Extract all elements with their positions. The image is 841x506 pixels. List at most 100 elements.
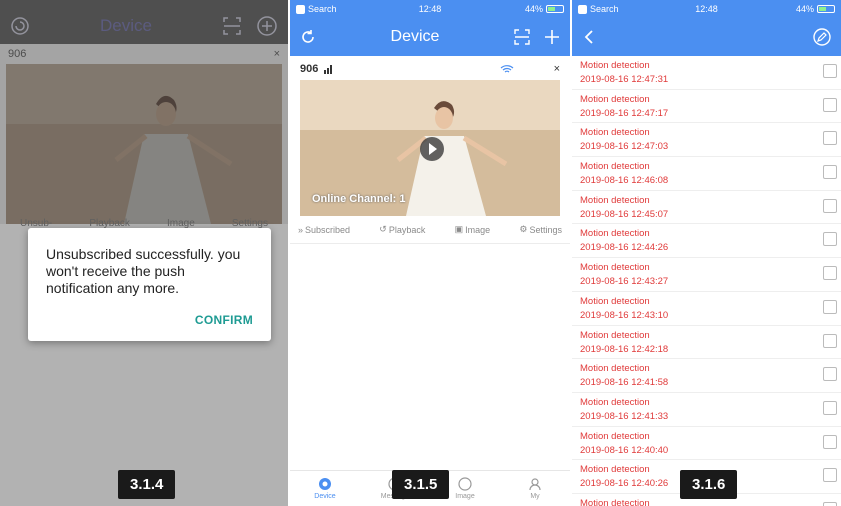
list-item[interactable]: Motion detection 2019-08-16 12:44:26: [572, 224, 841, 259]
playback-label: Playback: [388, 224, 426, 235]
device-tab-icon: [318, 477, 332, 491]
app-header: Search 12:48 44%: [572, 0, 841, 56]
camera-preview[interactable]: Online Channel: 1: [300, 80, 560, 216]
event-timestamp: 2019-08-16 12:45:07: [580, 208, 669, 220]
event-timestamp: 2019-08-16 12:44:26: [580, 242, 669, 254]
refresh-icon[interactable]: [300, 29, 316, 45]
panel-unsubscribe-dialog: Device 906 × Unsub- Playback Image Setti…: [0, 0, 288, 506]
device-card-header: 906 ×: [290, 58, 570, 80]
select-checkbox[interactable]: [823, 333, 837, 348]
carrier-text: Search: [590, 4, 619, 14]
event-timestamp: 2019-08-16 12:40:40: [580, 444, 669, 456]
edit-icon[interactable]: [813, 28, 831, 46]
tab-device[interactable]: Device: [290, 471, 360, 506]
back-icon[interactable]: [582, 29, 596, 45]
battery-percent: 44%: [524, 4, 543, 14]
select-checkbox[interactable]: [823, 198, 837, 213]
tutorial-figure: Device 906 × Unsub- Playback Image Setti…: [0, 0, 841, 506]
list-item[interactable]: Motion detection 2019-08-16 12:42:18: [572, 326, 841, 360]
event-title: Motion detection: [580, 93, 650, 105]
list-item[interactable]: Motion detection 2019-08-16 12:40:40: [572, 427, 841, 461]
list-item[interactable]: Motion detection 2019-08-16 12:47:17: [572, 90, 841, 124]
clock: 12:48: [695, 4, 718, 14]
select-checkbox[interactable]: [823, 97, 837, 112]
list-item[interactable]: Motion detection 2019-08-16 12:47:03: [572, 123, 841, 158]
close-icon[interactable]: ×: [554, 63, 560, 75]
event-title: Motion detection: [580, 396, 650, 408]
select-checkbox[interactable]: [823, 400, 837, 415]
list-item[interactable]: Motion detection 2019-08-16 12:41:33: [572, 393, 841, 427]
wifi-icon: [500, 64, 514, 74]
select-checkbox[interactable]: [823, 131, 837, 146]
battery-icon: [817, 5, 836, 13]
unsubscribe-dialog: Unsubscribed successfully. you won't rec…: [28, 228, 271, 341]
scan-icon[interactable]: [514, 29, 530, 45]
select-checkbox[interactable]: [823, 64, 837, 78]
battery-icon: [545, 5, 564, 13]
list-item[interactable]: Motion detection 2019-08-16 12:41:58: [572, 359, 841, 393]
carrier-text: Search: [308, 4, 337, 14]
list-item[interactable]: Motion detection 2019-08-16 12:43:27: [572, 258, 841, 292]
confirm-button[interactable]: CONFIRM: [195, 313, 253, 327]
select-checkbox[interactable]: [823, 266, 837, 281]
image-tab-icon: [458, 477, 472, 491]
status-bar: Search 12:48 44%: [572, 0, 841, 18]
select-checkbox[interactable]: [823, 434, 837, 449]
event-title: Motion detection: [580, 228, 650, 240]
app-icon: [296, 4, 305, 14]
event-timestamp: 2019-08-16 12:41:58: [580, 377, 669, 389]
online-channel-text: Online Channel: 1: [312, 193, 406, 205]
select-checkbox[interactable]: [823, 468, 837, 483]
event-timestamp: 2019-08-16 12:43:27: [580, 276, 669, 288]
event-timestamp: 2019-08-16 12:43:10: [580, 309, 669, 321]
status-bar: Search 12:48 44%: [290, 0, 570, 18]
profile-tab-icon: [528, 477, 542, 491]
event-title: Motion detection: [580, 60, 650, 71]
nav-bar: [572, 18, 841, 56]
app-icon: [578, 4, 587, 14]
list-item[interactable]: Motion detection 2019-08-16 12:45:07: [572, 191, 841, 225]
event-timestamp: 2019-08-16 12:41:33: [580, 410, 669, 422]
settings-label: Settings: [529, 224, 562, 235]
event-timestamp: 2019-08-16 12:47:03: [580, 141, 669, 153]
event-timestamp: 2019-08-16 12:47:17: [580, 107, 669, 119]
settings-action[interactable]: ⚙ Settings: [519, 224, 562, 235]
event-timestamp: 2019-08-16 12:47:31: [580, 74, 669, 85]
nav-bar: Device: [290, 18, 570, 56]
device-action-row: » Subscribed ↺ Playback ▣ Image ⚙ Settings: [290, 216, 570, 244]
select-checkbox[interactable]: [823, 165, 837, 180]
event-title: Motion detection: [580, 329, 650, 341]
playback-action[interactable]: ↺ Playback: [379, 224, 425, 235]
subscribed-action[interactable]: » Subscribed: [298, 224, 350, 235]
event-title: Motion detection: [580, 295, 650, 307]
event-title: Motion detection: [580, 127, 650, 139]
tab-label: Image: [455, 493, 475, 500]
add-device-icon[interactable]: [544, 29, 560, 45]
list-item[interactable]: Motion detection 2019-08-16 12:46:08: [572, 157, 841, 191]
settings-icon: ⚙: [519, 224, 528, 234]
device-name: 906: [300, 63, 319, 75]
event-title: Motion detection: [580, 161, 650, 173]
image-label: Image: [465, 224, 491, 235]
event-title: Motion detection: [580, 430, 650, 442]
select-checkbox[interactable]: [823, 232, 837, 247]
event-list: Motion detection 2019-08-16 12:47:31 Motio…: [572, 56, 841, 506]
dialog-message: Unsubscribed successfully. you won't rec…: [46, 246, 241, 296]
tab-label: Device: [314, 493, 336, 500]
play-button[interactable]: [420, 137, 444, 161]
step-label: 3.1.5: [392, 470, 450, 499]
select-checkbox[interactable]: [823, 299, 837, 314]
app-header: Search 12:48 44% Device: [290, 0, 570, 56]
select-checkbox[interactable]: [823, 367, 837, 382]
subscribed-icon: »: [298, 224, 304, 235]
tab-my[interactable]: My: [500, 471, 570, 506]
panel-device-list: Search 12:48 44% Device 906 × Online Cha…: [290, 0, 570, 506]
signal-icon: [324, 64, 334, 74]
image-action[interactable]: ▣ Image: [455, 224, 491, 235]
select-checkbox[interactable]: [823, 501, 837, 506]
list-item[interactable]: Motion detection 2019-08-16 12:43:10: [572, 292, 841, 326]
tab-label: My: [530, 493, 540, 500]
event-title: Motion detection: [580, 194, 650, 206]
list-item[interactable]: Motion detection 2019-08-16 12:47:31: [572, 56, 841, 90]
event-timestamp: 2019-08-16 12:42:18: [580, 343, 669, 355]
